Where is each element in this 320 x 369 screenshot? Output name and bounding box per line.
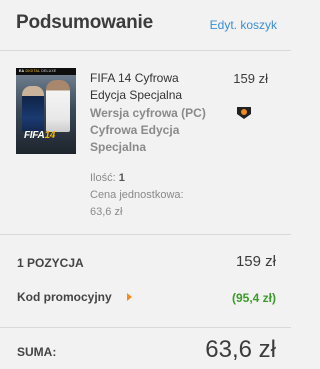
- quantity: Ilość: 1: [90, 172, 125, 184]
- cover-logo: FIFA14: [24, 130, 55, 141]
- cover-player-right: [46, 80, 70, 132]
- cover-band: EA DIGITAL DELUXE: [16, 68, 76, 75]
- cover-logo-num: 14: [44, 130, 55, 141]
- product-price: 159 zł: [233, 71, 268, 86]
- summary-title: Podsumowanie: [16, 12, 153, 33]
- promo-code-row: Kod promocyjny (95,4 zł): [0, 282, 291, 314]
- order-summary-panel: Podsumowanie Edyt. koszyk EA DIGITAL DEL…: [0, 0, 291, 369]
- cart-item: EA DIGITAL DELUXE FIFA14 FIFA 14 Cyfrowa…: [0, 51, 291, 234]
- cover-band-brand: EA: [19, 69, 25, 73]
- summary-header: Podsumowanie Edyt. koszyk: [0, 0, 291, 50]
- item-count-row: 1 POZYCJA 159 zł: [0, 235, 291, 281]
- item-count-value: 159 zł: [235, 253, 276, 270]
- quantity-label: Ilość:: [90, 172, 116, 184]
- total-row: SUMA: 63,6 zł: [0, 328, 291, 369]
- remove-icon[interactable]: [237, 107, 251, 119]
- cover-band-text2: DELUXE: [41, 69, 57, 73]
- caret-right-icon[interactable]: [127, 293, 132, 301]
- unit-price-value: 63,6 zł: [90, 206, 123, 218]
- promo-discount-value: (95,4 zł): [231, 291, 276, 305]
- cover-band-text: DIGITAL: [25, 69, 41, 73]
- unit-price-label: Cena jednostkowa:: [90, 189, 184, 201]
- cover-logo-text: FIFA: [24, 130, 45, 141]
- total-value: 63,6 zł: [205, 336, 276, 363]
- total-label: SUMA:: [17, 345, 57, 359]
- cover-player-left: [22, 86, 44, 132]
- item-count-label: 1 POZYCJA: [17, 256, 84, 270]
- promo-code-link[interactable]: Kod promocyjny: [17, 290, 112, 304]
- product-name[interactable]: FIFA 14 Cyfrowa Edycja Specjalna: [90, 70, 210, 104]
- edit-cart-link[interactable]: Edyt. koszyk: [210, 18, 277, 32]
- quantity-value: 1: [118, 172, 125, 184]
- product-variant: Wersja cyfrowa (PC) Cyfrowa Edycja Specj…: [90, 106, 206, 154]
- product-cover-image: EA DIGITAL DELUXE FIFA14: [16, 68, 76, 154]
